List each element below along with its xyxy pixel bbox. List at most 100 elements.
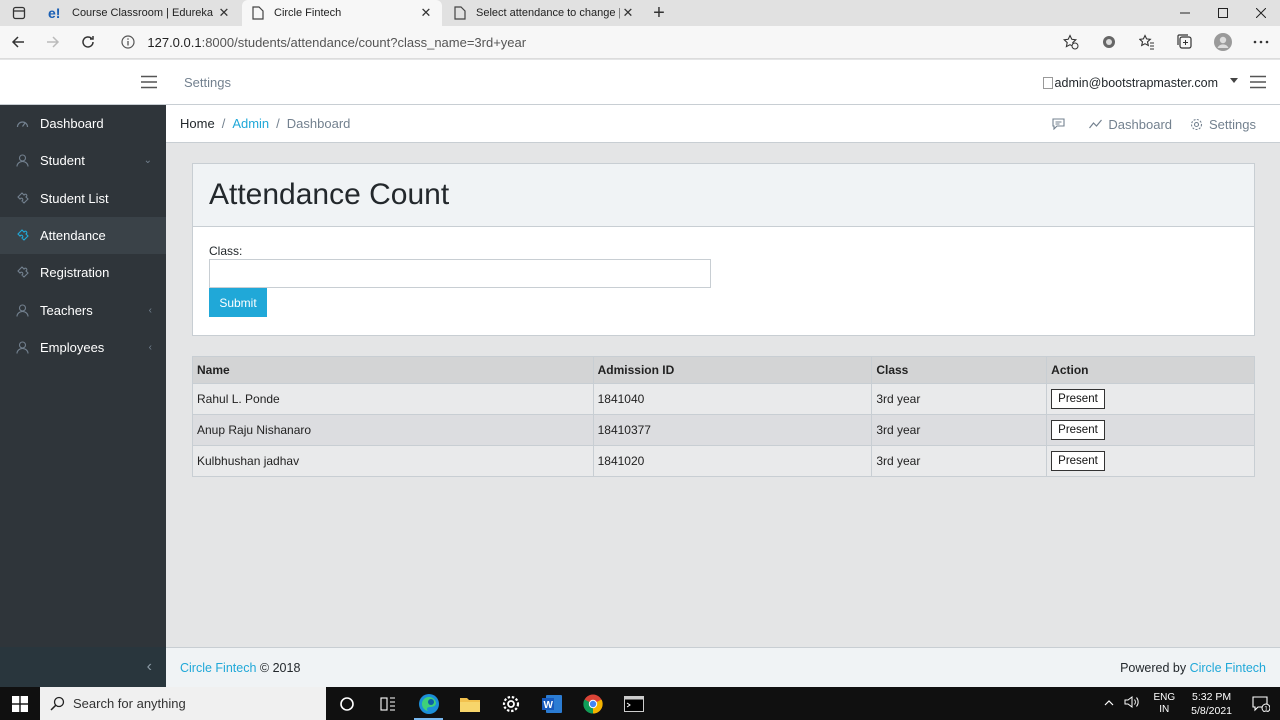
class-input[interactable] <box>209 259 711 288</box>
extension-button[interactable] <box>1090 35 1128 49</box>
cell-action: Present <box>1046 383 1255 415</box>
speech-bubble-button[interactable] <box>1052 118 1071 130</box>
start-button[interactable] <box>0 687 40 720</box>
windows-taskbar: Search for anything W ENG IN 5:32 PM 5/8… <box>0 687 1280 720</box>
input-language-indicator[interactable]: ENG IN <box>1153 692 1175 716</box>
refresh-button[interactable] <box>70 26 105 59</box>
browser-tab-edureka[interactable]: e! Course Classroom | Edureka ✕ <box>40 0 240 26</box>
sidebar-item-employees[interactable]: Employees ‹ <box>0 329 166 366</box>
breadcrumb-settings-label: Settings <box>1209 116 1256 132</box>
forward-button[interactable] <box>35 26 70 59</box>
breadcrumb-current: Dashboard <box>286 116 351 131</box>
browser-toolbar-right <box>1052 33 1280 51</box>
taskbar-search-placeholder: Search for anything <box>73 696 186 711</box>
user-email: admin@bootstrapmaster.com <box>1054 76 1218 90</box>
user-dropdown-caret-icon[interactable] <box>1230 78 1238 83</box>
folder-icon <box>459 697 480 712</box>
star-add-icon <box>1063 34 1079 50</box>
maximize-icon <box>1218 8 1228 18</box>
powered-by-link[interactable]: Circle Fintech <box>1190 661 1266 675</box>
browser-tab-django-admin[interactable]: Select attendance to change | Dj ✕ <box>444 0 644 26</box>
action-center-button[interactable]: 1 <box>1242 695 1280 712</box>
add-favorite-button[interactable] <box>1052 34 1090 50</box>
table-row: Anup Raju Nishanaro 18410377 3rd year Pr… <box>192 414 1255 446</box>
volume-button[interactable] <box>1124 696 1140 711</box>
collections-icon <box>1177 34 1192 49</box>
gear-icon <box>502 695 519 712</box>
taskbar-clock[interactable]: 5:32 PM 5/8/2021 <box>1191 690 1232 718</box>
maximize-button[interactable] <box>1204 0 1242 26</box>
header-settings-link[interactable]: Settings <box>184 75 231 90</box>
user-avatar-alt-text[interactable]: admin@bootstrapmaster.com <box>1042 76 1218 90</box>
present-button[interactable]: Present <box>1051 420 1105 440</box>
url-bar[interactable]: 127.0.0.1:8000/students/attendance/count… <box>113 29 1052 55</box>
svg-text:e!: e! <box>48 5 60 21</box>
show-hidden-icons-button[interactable] <box>1104 698 1114 709</box>
speech-bubble-icon <box>1052 118 1065 130</box>
sidebar-item-label: Student <box>40 153 85 169</box>
sidebar-item-student-list[interactable]: Student List <box>0 180 166 217</box>
cell-name: Kulbhushan jadhav <box>192 445 594 477</box>
puzzle-icon <box>16 229 40 242</box>
back-button[interactable] <box>0 26 35 59</box>
file-explorer-button[interactable] <box>449 687 490 720</box>
sidebar-item-dashboard[interactable]: Dashboard <box>0 105 166 142</box>
column-header-action: Action <box>1046 356 1255 384</box>
sidebar-item-student[interactable]: Student ⌄ <box>0 142 166 179</box>
cell-name: Anup Raju Nishanaro <box>192 414 594 446</box>
settings-taskbar-button[interactable] <box>490 687 531 720</box>
task-view-button[interactable] <box>367 687 408 720</box>
tab-close-button[interactable]: ✕ <box>216 5 232 21</box>
puzzle-icon <box>16 266 40 279</box>
sidebar-minimizer-button[interactable]: ‹ <box>0 647 166 687</box>
cortana-button[interactable] <box>326 687 367 720</box>
sidebar-item-label: Employees <box>40 339 105 355</box>
new-tab-button[interactable]: + <box>644 0 674 26</box>
terminal-taskbar-button[interactable] <box>613 687 654 720</box>
word-taskbar-button[interactable]: W <box>531 687 572 720</box>
tab-title: Course Classroom | Edureka <box>72 7 214 19</box>
edge-taskbar-button[interactable] <box>408 687 449 720</box>
chevron-up-icon <box>1105 700 1114 706</box>
favorites-button[interactable] <box>1128 34 1166 50</box>
browser-tab-circle-fintech[interactable]: Circle Fintech ✕ <box>242 0 442 26</box>
breadcrumb-separator: / <box>276 116 280 131</box>
breadcrumb: Home / Admin / Dashboard Dashboard Setti… <box>166 105 1280 143</box>
tab-actions-button[interactable] <box>0 0 38 26</box>
taskbar-search-box[interactable]: Search for anything <box>40 687 326 720</box>
chevron-down-icon: ⌄ <box>143 155 152 167</box>
card-body: Class: Submit <box>193 227 1254 334</box>
minimize-icon <box>1180 12 1190 14</box>
chrome-taskbar-button[interactable] <box>572 687 613 720</box>
sidebar-item-attendance[interactable]: Attendance <box>0 216 166 255</box>
page-icon <box>452 5 468 21</box>
tab-actions-icon <box>12 6 26 20</box>
sidebar-item-teachers[interactable]: Teachers ‹ <box>0 291 166 328</box>
footer-brand-link[interactable]: Circle Fintech <box>180 661 256 675</box>
cell-action: Present <box>1046 414 1255 446</box>
breadcrumb-settings-link[interactable]: Settings <box>1190 117 1256 132</box>
aside-toggle-icon[interactable] <box>1250 75 1266 89</box>
present-button[interactable]: Present <box>1051 389 1105 409</box>
breadcrumb-dashboard-link[interactable]: Dashboard <box>1089 117 1172 132</box>
site-info-icon[interactable] <box>121 35 135 49</box>
sidebar-toggle-icon[interactable] <box>141 75 157 89</box>
submit-button[interactable]: Submit <box>209 288 267 317</box>
cell-class: 3rd year <box>871 383 1048 415</box>
more-menu-button[interactable] <box>1242 40 1280 44</box>
column-header-class: Class <box>871 356 1048 384</box>
url-host: 127.0.0.1 <box>147 34 202 50</box>
breadcrumb-admin-link[interactable]: Admin <box>232 116 269 131</box>
tab-close-button[interactable]: ✕ <box>620 5 636 21</box>
terminal-icon <box>623 695 644 712</box>
collections-button[interactable] <box>1166 34 1204 50</box>
profile-button[interactable] <box>1204 33 1242 51</box>
cell-admission-id: 1841040 <box>592 383 873 415</box>
minimize-button[interactable] <box>1166 0 1204 26</box>
present-button[interactable]: Present <box>1051 451 1105 471</box>
close-window-button[interactable] <box>1242 0 1280 26</box>
sidebar-item-registration[interactable]: Registration <box>0 254 166 291</box>
tab-close-button[interactable]: ✕ <box>418 5 434 21</box>
edge-browser-icon <box>418 693 439 714</box>
breadcrumb-menu: Dashboard Settings <box>1034 105 1256 143</box>
